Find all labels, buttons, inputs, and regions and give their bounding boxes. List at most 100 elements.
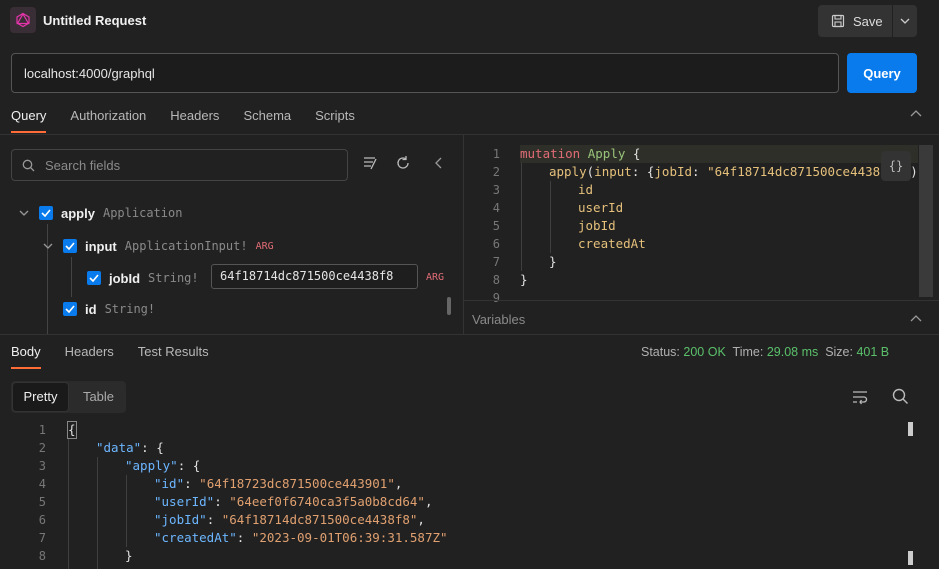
- response-status: Status: 200 OK Time: 29.08 ms Size: 401 …: [641, 345, 889, 359]
- tab-response-headers[interactable]: Headers: [65, 342, 114, 370]
- response-tabs: Body Headers Test Results: [11, 342, 209, 370]
- json-line-1[interactable]: {: [67, 421, 77, 439]
- keyword-token: mutation: [520, 146, 581, 161]
- prettify-button[interactable]: {}: [881, 151, 911, 181]
- chevron-down-icon: [900, 18, 910, 24]
- line-number: 7: [38, 531, 46, 545]
- time-label: Time:: [732, 345, 764, 359]
- tab-test-results[interactable]: Test Results: [138, 342, 209, 370]
- field-row-input[interactable]: input ApplicationInput! ARG: [41, 236, 274, 256]
- search-placeholder: Search fields: [45, 157, 121, 173]
- field-type: Application: [102, 206, 183, 220]
- checkbox-icon[interactable]: [63, 302, 77, 316]
- punctuation-token: :: [184, 476, 200, 491]
- field-row-id[interactable]: id String!: [63, 299, 155, 319]
- response-scrollbar-bottom[interactable]: [908, 551, 913, 565]
- query-line-2[interactable]: apply(input: {jobId: "64f18714dc871500ce…: [549, 163, 933, 181]
- search-icon[interactable]: [892, 388, 909, 405]
- editor-scrollbar[interactable]: [919, 145, 933, 297]
- line-number: 3: [38, 459, 46, 473]
- json-line-7[interactable]: "createdAt": "2023-09-01T06:39:31.587Z": [154, 529, 448, 547]
- chevron-up-icon[interactable]: [910, 110, 922, 118]
- tab-schema[interactable]: Schema: [243, 106, 291, 134]
- tab-query[interactable]: Query: [11, 106, 47, 134]
- save-label: Save: [853, 13, 883, 29]
- chevron-down-icon[interactable]: [17, 206, 31, 220]
- query-line-3[interactable]: id: [578, 181, 593, 199]
- divider: [464, 300, 939, 301]
- field-name: input: [85, 238, 117, 254]
- json-key: "apply": [125, 458, 178, 473]
- checkbox-icon[interactable]: [63, 239, 77, 253]
- query-line-7[interactable]: }: [549, 253, 557, 271]
- table-button[interactable]: Table: [71, 381, 126, 413]
- punctuation-token: :: [206, 512, 222, 527]
- filter-icon[interactable]: [362, 155, 378, 171]
- query-line-4[interactable]: userId: [578, 199, 623, 217]
- time-value[interactable]: 29.08 ms: [767, 345, 818, 359]
- json-line-6[interactable]: "jobId": "64f18714dc871500ce4438f8",: [154, 511, 425, 529]
- json-line-3[interactable]: "apply": {: [125, 457, 200, 475]
- refresh-icon[interactable]: [395, 155, 411, 171]
- json-string: "64eef0f6740ca3f5a0b8cd64": [229, 494, 425, 509]
- tab-scripts[interactable]: Scripts: [315, 106, 355, 134]
- line-number: 6: [38, 513, 46, 527]
- checkbox-icon[interactable]: [87, 271, 101, 285]
- field-row-apply[interactable]: apply Application: [17, 203, 182, 223]
- query-line-8[interactable]: }: [520, 271, 528, 289]
- chevron-up-icon[interactable]: [910, 315, 922, 323]
- field-type: String!: [148, 271, 199, 285]
- tab-headers[interactable]: Headers: [170, 106, 219, 134]
- punctuation-token: ,: [417, 512, 425, 527]
- arg-token: jobId: [654, 164, 693, 179]
- indent-guide: [97, 457, 98, 569]
- search-fields-input[interactable]: Search fields: [11, 149, 348, 181]
- checkbox-icon[interactable]: [39, 206, 53, 220]
- pretty-button[interactable]: Pretty: [12, 382, 69, 412]
- punctuation-token: :: [214, 494, 230, 509]
- json-line-2[interactable]: "data": {: [96, 439, 164, 457]
- query-button[interactable]: Query: [847, 53, 917, 93]
- tab-authorization[interactable]: Authorization: [70, 106, 146, 134]
- variables-label[interactable]: Variables: [472, 312, 525, 327]
- chevron-left-icon[interactable]: [434, 157, 444, 169]
- divider: [463, 135, 464, 334]
- response-scrollbar-top[interactable]: [908, 422, 913, 436]
- indent-guide: [68, 439, 69, 569]
- arg-token: input: [594, 164, 632, 179]
- json-line-4[interactable]: "id": "64f18723dc871500ce443901",: [154, 475, 402, 493]
- request-tabs: Query Authorization Headers Schema Scrip…: [11, 106, 355, 134]
- query-line-1[interactable]: mutation Apply {: [520, 145, 640, 163]
- save-button[interactable]: Save: [818, 5, 892, 37]
- jobid-arg-input[interactable]: 64f18714dc871500ce4438f8: [211, 264, 418, 289]
- query-line-5[interactable]: jobId: [578, 217, 616, 235]
- tab-body[interactable]: Body: [11, 342, 41, 370]
- wrap-lines-icon[interactable]: [852, 389, 868, 405]
- indent-guide: [550, 181, 551, 253]
- punctuation-token: : {: [141, 440, 164, 455]
- json-line-8[interactable]: }: [125, 547, 133, 565]
- json-line-5[interactable]: "userId": "64eef0f6740ca3f5a0b8cd64",: [154, 493, 432, 511]
- save-icon: [831, 14, 845, 28]
- operation-name-token: Apply: [587, 146, 626, 161]
- size-value[interactable]: 401 B: [856, 345, 889, 359]
- field-type: String!: [104, 302, 156, 316]
- field-name: id: [85, 301, 97, 317]
- save-options-button[interactable]: [893, 5, 917, 37]
- punctuation-token: : {: [631, 164, 655, 179]
- json-string: "2023-09-01T06:39:31.587Z": [251, 530, 448, 545]
- field-name: jobId: [109, 270, 141, 286]
- field-name: apply: [61, 205, 95, 221]
- indent-guide: [126, 475, 127, 547]
- status-value[interactable]: 200 OK: [683, 345, 725, 359]
- query-line-6[interactable]: createdAt: [578, 235, 646, 253]
- json-key: "createdAt": [154, 530, 237, 545]
- explorer-scrollbar[interactable]: [447, 297, 451, 315]
- view-mode-toggle: Pretty Table: [11, 381, 126, 413]
- size-label: Size:: [825, 345, 853, 359]
- request-title[interactable]: Untitled Request: [43, 13, 146, 28]
- field-row-jobid[interactable]: jobId String!: [87, 268, 199, 288]
- url-input[interactable]: [11, 53, 839, 93]
- line-number: 3: [492, 183, 500, 197]
- chevron-down-icon[interactable]: [41, 239, 55, 253]
